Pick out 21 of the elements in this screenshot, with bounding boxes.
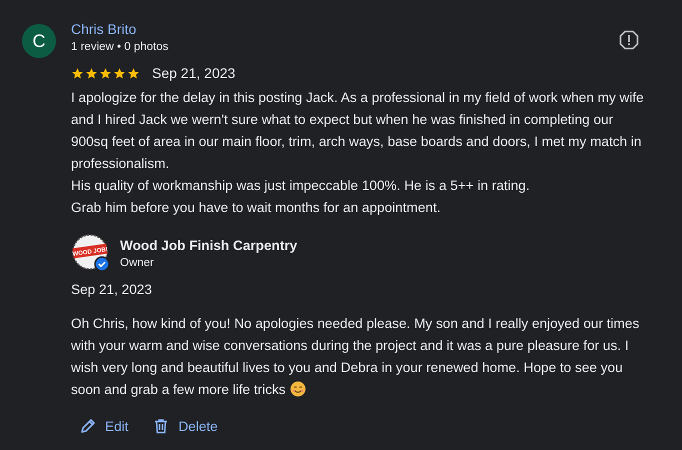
star-icon [113,66,126,80]
star-icon [99,66,112,80]
review-paragraph: I apologize for the delay in this posting Jack. As a professional in my field of work when my wife and I hired Jack we wern't sure what to expect but when he was finished in completing our 900sq feet of area in our main floor, trim, arch ways, base boards and doors, I met my match in professionalism. [71,89,645,173]
owner-name: Wood Job Finish Carpentry [120,238,298,252]
reply-text: Oh Chris, how kind of you! No apologies needed please. My son and I really enjoyed our times with your warm and wise conversations during the project and it was a pure pleasure for us. I wish very long and beautiful lives to you and Debra in your renewed home. Hope to see you soon and grab a few more life tricks [71,315,640,399]
star-icon [71,66,84,80]
review-paragraph: His quality of workmanship was just impeccable 100%. He is a 5++ in rating. [71,177,531,195]
reviewer-name[interactable]: Chris Brito [71,21,168,37]
reply-date: Sep 21, 2023 [71,282,153,297]
report-icon[interactable] [619,30,639,50]
reviewer-stats: 1 review • 0 photos [71,41,168,53]
edit-button[interactable]: Edit [79,417,128,435]
star-icon [85,66,98,80]
user-avatar: C [22,24,56,58]
pencil-icon [79,417,97,435]
review-paragraph: Grab him before you have to wait months for an appointment. [71,199,442,217]
review-date: Sep 21, 2023 [152,65,236,81]
delete-button[interactable]: Delete [152,417,218,435]
smiling-face-icon [290,381,306,397]
star-icon [127,66,140,80]
owner-role: Owner [120,256,155,268]
